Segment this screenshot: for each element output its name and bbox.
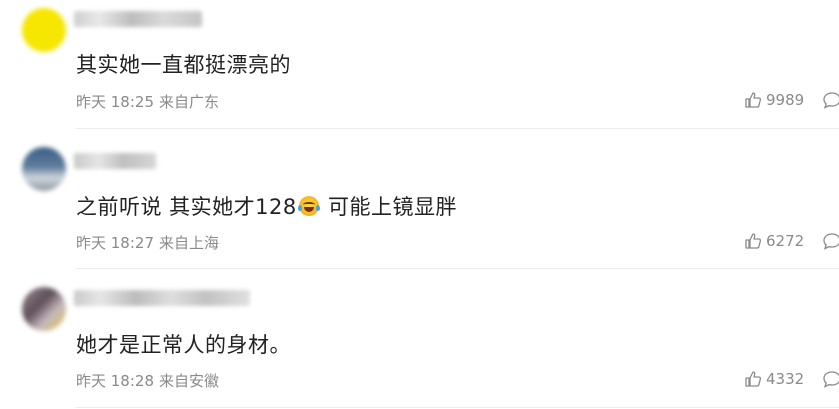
laughing-crying-emoji-icon	[297, 196, 320, 216]
like-button[interactable]: 9989	[744, 91, 804, 109]
comment-bubble-icon	[823, 92, 839, 109]
comment-location: 来自广东	[159, 93, 220, 111]
comment-item: 之前听说 其实她才128 可能上镜显胖 昨天 18:27 来自上海 6272	[0, 139, 839, 269]
comment-bubble-icon	[823, 371, 839, 388]
comment-bubble-icon	[823, 233, 839, 250]
comment-meta: 昨天 18:27 来自上海	[76, 232, 219, 253]
like-count: 9989	[766, 91, 805, 109]
comment-time: 昨天 18:28	[76, 372, 154, 390]
comment-item: 其实她一直都挺漂亮的 昨天 18:25 来自广东 9989	[0, 0, 839, 130]
comment-text: 之前听说 其实她才128 可能上镜显胖	[76, 191, 457, 221]
comment-text: 其实她一直都挺漂亮的	[76, 53, 291, 77]
comment-list: 其实她一直都挺漂亮的 昨天 18:25 来自广东 9989 之前听说 其实她才12…	[0, 0, 839, 409]
divider	[76, 268, 839, 269]
comment-text: 她才是正常人的身材。	[76, 333, 291, 357]
like-button[interactable]: 6272	[744, 232, 804, 250]
comment-meta: 昨天 18:25 来自广东	[76, 91, 219, 112]
avatar[interactable]	[22, 8, 66, 52]
divider	[76, 128, 839, 129]
comment-location: 来自安徽	[159, 372, 220, 390]
avatar[interactable]	[22, 287, 66, 331]
username-blurred[interactable]	[74, 290, 250, 306]
like-count: 4332	[766, 370, 805, 388]
reply-button[interactable]	[822, 91, 839, 113]
like-button[interactable]: 4332	[744, 370, 804, 388]
comment-text-part: 之前听说 其实她才128	[76, 195, 297, 219]
comment-meta: 昨天 18:28 来自安徽	[76, 370, 219, 391]
thumbs-up-icon	[745, 233, 762, 249]
reply-button[interactable]	[822, 232, 839, 254]
thumbs-up-icon	[745, 371, 762, 387]
like-count: 6272	[766, 232, 805, 250]
comment-time: 昨天 18:27	[76, 234, 154, 252]
thumbs-up-icon	[745, 92, 762, 108]
comment-item: 她才是正常人的身材。 昨天 18:28 来自安徽 4332	[0, 279, 839, 409]
divider	[76, 407, 839, 408]
username-blurred[interactable]	[74, 11, 202, 27]
username-blurred[interactable]	[74, 153, 156, 169]
comment-text-part: 可能上镜显胖	[327, 195, 457, 219]
avatar[interactable]	[22, 147, 66, 191]
comment-time: 昨天 18:25	[76, 93, 154, 111]
reply-button[interactable]	[822, 370, 839, 392]
comment-location: 来自上海	[159, 234, 220, 252]
